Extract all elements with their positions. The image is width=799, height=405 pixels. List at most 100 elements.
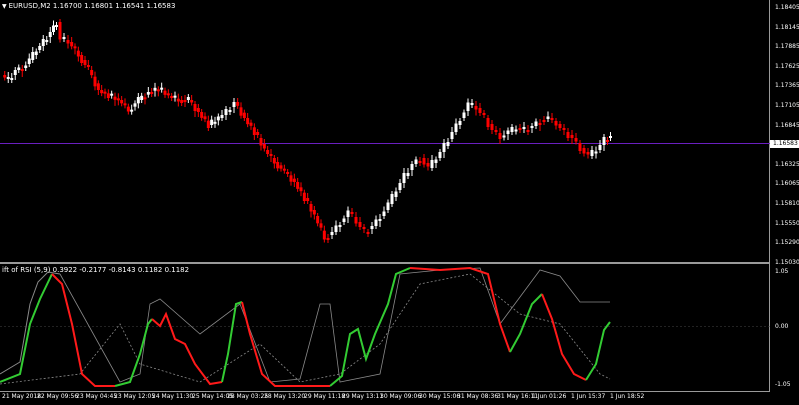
candle: [312, 206, 316, 220]
price-tick-label: 1.15290: [775, 239, 799, 247]
candle: [542, 116, 546, 125]
candle: [282, 164, 286, 174]
candle: [186, 94, 190, 103]
candle: [594, 146, 598, 159]
candle: [562, 124, 566, 135]
candle: [590, 146, 594, 159]
candlestick-series: [0, 19, 770, 243]
time-axis-rule: [0, 391, 770, 392]
candle: [506, 127, 510, 140]
candle: [80, 52, 84, 66]
candle: [266, 146, 270, 157]
candle: [136, 93, 140, 109]
indicator-level-label: -1.05: [775, 381, 791, 388]
candle: [510, 124, 514, 135]
ift-up-6: [585, 321, 611, 381]
candle: [3, 71, 7, 81]
candle: [249, 119, 253, 130]
candle: [319, 219, 323, 231]
candle: [366, 229, 370, 237]
candle: [514, 125, 518, 135]
candle: [34, 48, 38, 59]
candle: [534, 118, 538, 129]
indicator-header: ift of RSI (5,9) 0.3922 -0.2177 -0.8143 …: [2, 266, 190, 274]
candle: [66, 35, 70, 49]
candle: [133, 100, 137, 111]
candle: [414, 156, 418, 167]
candle: [482, 110, 486, 118]
ift-up-3: [221, 301, 243, 383]
price-tick-label: 1.15550: [775, 219, 799, 227]
candle: [17, 64, 21, 73]
candle: [246, 113, 250, 128]
candle: [27, 53, 31, 67]
ift-up-2: [114, 318, 153, 387]
price-tick-label: 1.17105: [775, 102, 799, 109]
candle: [609, 132, 612, 141]
candle: [518, 124, 522, 133]
indicator-pane[interactable]: [0, 264, 770, 392]
candle: [272, 155, 276, 169]
candle: [550, 113, 554, 123]
candle: [538, 119, 542, 131]
candle: [24, 61, 28, 71]
candle: [458, 118, 462, 129]
candle: [113, 92, 117, 106]
time-tick-label: 28 May 13:20: [264, 393, 306, 400]
ift-down-2: [151, 311, 223, 386]
candle: [206, 115, 210, 131]
candle: [166, 89, 170, 99]
candle: [330, 227, 334, 239]
candle: [90, 66, 94, 79]
candle: [76, 46, 80, 62]
candle: [358, 217, 362, 230]
trading-terminal: ▼ EURUSD,M2 1.16700 1.16801 1.16541 1.165…: [0, 0, 799, 405]
candle: [394, 187, 398, 201]
candle: [302, 189, 306, 204]
candle: [286, 169, 290, 177]
candle: [478, 103, 482, 116]
candle: [430, 155, 434, 171]
time-tick-label: 31 May 08:36: [457, 393, 499, 400]
candle: [31, 47, 35, 63]
candle: [309, 201, 313, 218]
ift-rsi-lines: [0, 266, 770, 387]
candle: [232, 98, 236, 113]
candle: [170, 93, 174, 101]
candle: [239, 102, 243, 119]
candle: [62, 33, 66, 42]
candle: [236, 98, 240, 109]
signal-line-3: [0, 273, 611, 385]
time-tick-label: 1 Jun 18:52: [610, 393, 645, 400]
candle: [163, 87, 167, 98]
candle: [454, 118, 458, 135]
candle: [123, 98, 127, 109]
candle: [390, 191, 394, 207]
candle: [289, 171, 293, 186]
candle: [58, 19, 62, 43]
candle: [70, 37, 74, 50]
candle: [20, 65, 24, 77]
candle: [262, 139, 266, 152]
candle: [196, 104, 200, 117]
candle: [173, 91, 177, 102]
candle: [466, 98, 470, 116]
candle: [228, 107, 232, 115]
candle: [120, 96, 124, 107]
candle: [299, 182, 303, 197]
current-price-tag: 1.16583: [770, 140, 799, 148]
candle: [398, 179, 402, 193]
candle: [96, 80, 100, 95]
candle: [558, 121, 562, 131]
candle: [279, 162, 283, 172]
candle: [150, 88, 154, 97]
candle: [153, 82, 157, 97]
price-tick-label: 1.18405: [775, 4, 799, 11]
candle: [446, 138, 450, 149]
candle: [306, 193, 310, 204]
candle: [213, 116, 217, 128]
candle: [203, 112, 207, 123]
price-chart-pane[interactable]: ▼ EURUSD,M2 1.16700 1.16801 1.16541 1.165…: [0, 0, 770, 262]
candle: [370, 222, 374, 234]
candle: [276, 157, 280, 172]
